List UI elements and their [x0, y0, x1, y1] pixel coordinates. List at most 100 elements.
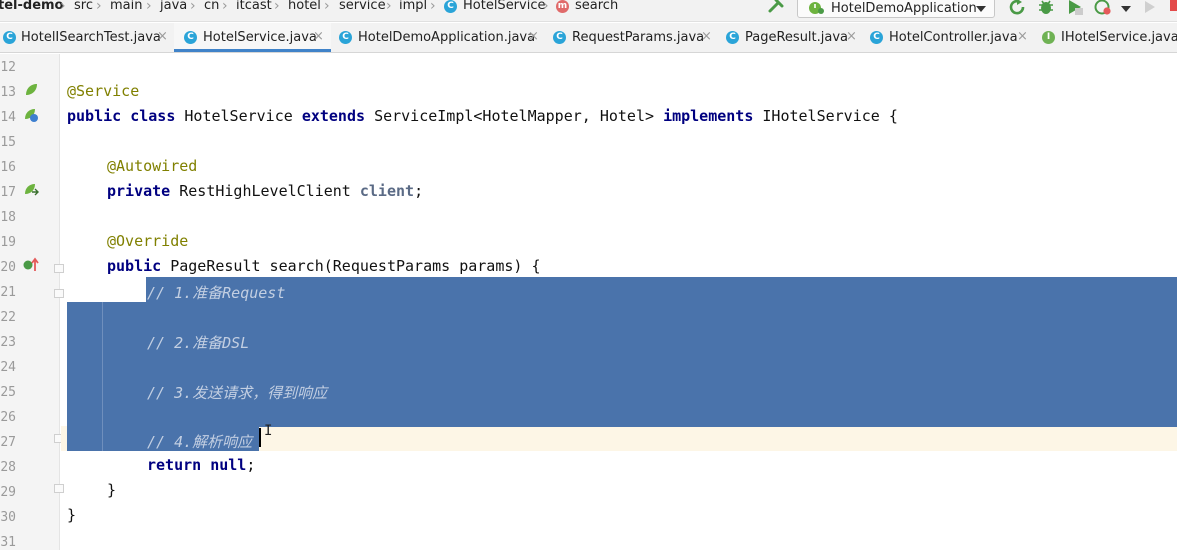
chevron-right-icon: ›	[222, 0, 228, 14]
tab-hotelcontroller[interactable]: C HotelController.java ×	[864, 23, 1037, 52]
tab-label: HotelISearchTest.java	[21, 30, 161, 45]
closing-brace: }	[67, 506, 77, 524]
keyword: implements	[663, 107, 754, 125]
comment: // 3.发送请求，得到响应	[147, 384, 328, 402]
chevron-right-icon: ›	[190, 0, 196, 14]
line-number: 28	[0, 460, 16, 475]
tab-ihotelservice[interactable]: I IHotelService.java	[1037, 23, 1177, 52]
keyword: public	[107, 257, 162, 275]
tab-label: HotelService.java	[203, 30, 317, 45]
chevron-right-icon: ›	[96, 0, 102, 14]
close-icon[interactable]: ×	[157, 29, 168, 44]
keyword: return	[147, 456, 202, 474]
text-selection	[67, 302, 1177, 427]
annotation-override: @Override	[107, 232, 189, 250]
line-number: 26	[0, 410, 16, 425]
close-icon[interactable]: ×	[528, 29, 539, 44]
tab-label: PageResult.java	[745, 30, 849, 45]
code-line-29: }	[107, 481, 116, 499]
class-icon: C	[444, 0, 457, 13]
fold-marker[interactable]	[54, 484, 64, 493]
spring-bean-implements-icon[interactable]	[23, 107, 39, 123]
hammer-icon[interactable]	[767, 0, 785, 15]
profile-icon[interactable]	[1094, 0, 1112, 15]
rerun-icon[interactable]	[1009, 0, 1027, 15]
tab-pageresult[interactable]: C PageResult.java ×	[719, 23, 864, 52]
tab-label: IHotelService.java	[1061, 30, 1177, 45]
close-icon[interactable]: ×	[1017, 29, 1028, 44]
stop-icon[interactable]	[1170, 0, 1177, 11]
run-configuration-select[interactable]: HotelDemoApplication	[797, 0, 995, 18]
line-number: 19	[0, 235, 16, 250]
method-signature: PageResult search(RequestParams params) …	[170, 257, 541, 275]
close-icon[interactable]: ×	[846, 29, 857, 44]
line-number: 14	[0, 110, 16, 125]
more-run-options-chevron-icon[interactable]	[1121, 6, 1131, 12]
tab-hoteldemoapplication[interactable]: C HotelDemoApplication.java ×	[333, 23, 545, 52]
indent-guide	[102, 302, 103, 451]
tab-hotelisearchtest[interactable]: C HotelISearchTest.java ×	[0, 23, 170, 52]
close-icon[interactable]: ×	[313, 29, 324, 44]
line-number: 24	[0, 360, 16, 375]
keyword: class	[130, 107, 176, 125]
comment: // 4.解析	[147, 433, 223, 451]
code-editor[interactable]: 12 13 14 15 16 17 18 19 20 21 22 23 24 2…	[0, 54, 1177, 550]
text-selection	[146, 277, 1177, 302]
code-line-16: @Autowired	[107, 157, 197, 175]
class-name: HotelService	[184, 107, 293, 125]
field-type: RestHighLevelClient	[179, 182, 351, 200]
class-icon: C	[726, 31, 739, 44]
line-number: 13	[0, 85, 16, 100]
autowired-bean-icon[interactable]	[23, 182, 39, 198]
annotation-service: @Service	[67, 82, 140, 100]
breadcrumb-label: tel-demo	[0, 0, 64, 13]
class-icon: C	[870, 31, 883, 44]
breadcrumb-label: main	[110, 0, 143, 13]
keyword: extends	[301, 107, 366, 125]
code-line-27: // 4.解析响应	[147, 431, 252, 452]
spring-bean-icon[interactable]	[23, 82, 39, 98]
code-line-14: public class HotelService extends Servic…	[67, 107, 898, 125]
semicolon: ;	[414, 182, 424, 200]
code-line-17: private RestHighLevelClient client;	[107, 182, 423, 200]
editor-tabs: C HotelISearchTest.java × C HotelService…	[0, 23, 1177, 53]
breadcrumb-label: service	[339, 0, 386, 13]
line-number: 18	[0, 210, 16, 225]
fold-marker[interactable]	[54, 289, 64, 298]
line-number: 12	[0, 60, 16, 75]
tab-label: HotelDemoApplication.java	[358, 30, 536, 45]
closing-brace: }	[107, 481, 117, 499]
chevron-right-icon: ›	[430, 0, 436, 14]
annotation-autowired: @Autowired	[107, 157, 198, 175]
run-with-coverage-icon[interactable]	[1066, 0, 1084, 15]
breadcrumb-label: hotel	[288, 0, 321, 13]
breadcrumb-label: java	[160, 0, 188, 13]
line-number: 29	[0, 485, 16, 500]
override-method-icon[interactable]	[22, 257, 40, 273]
tab-label: RequestParams.java	[572, 30, 705, 45]
tab-requestparams[interactable]: C RequestParams.java ×	[547, 23, 716, 52]
keyword: public	[67, 107, 122, 125]
line-number: 25	[0, 385, 16, 400]
breadcrumb-label: impl	[399, 0, 428, 13]
line-number: 22	[0, 310, 16, 325]
breadcrumb-label: HotelService	[463, 0, 546, 13]
code-line-23: // 2.准备DSL	[147, 332, 249, 353]
chevron-right-icon: ›	[543, 0, 549, 14]
line-number: 31	[0, 535, 16, 550]
close-icon[interactable]: ×	[701, 29, 712, 44]
chevron-right-icon: ›	[60, 0, 66, 14]
class-icon: C	[553, 31, 566, 44]
chevron-right-icon: ›	[274, 0, 280, 14]
debug-icon[interactable]	[1037, 0, 1055, 15]
fold-marker[interactable]	[54, 264, 64, 273]
code-line-20: public PageResult search(RequestParams p…	[107, 257, 540, 275]
class-icon: C	[3, 31, 16, 44]
class-icon: C	[184, 31, 197, 44]
comment: // 1.准备Request	[147, 284, 286, 302]
method-icon: m	[556, 0, 569, 13]
tab-hotelservice[interactable]: C HotelService.java ×	[174, 23, 331, 52]
chevron-right-icon: ›	[324, 0, 330, 14]
code-line-13: @Service	[67, 82, 139, 100]
chevron-right-icon: ›	[386, 0, 392, 14]
